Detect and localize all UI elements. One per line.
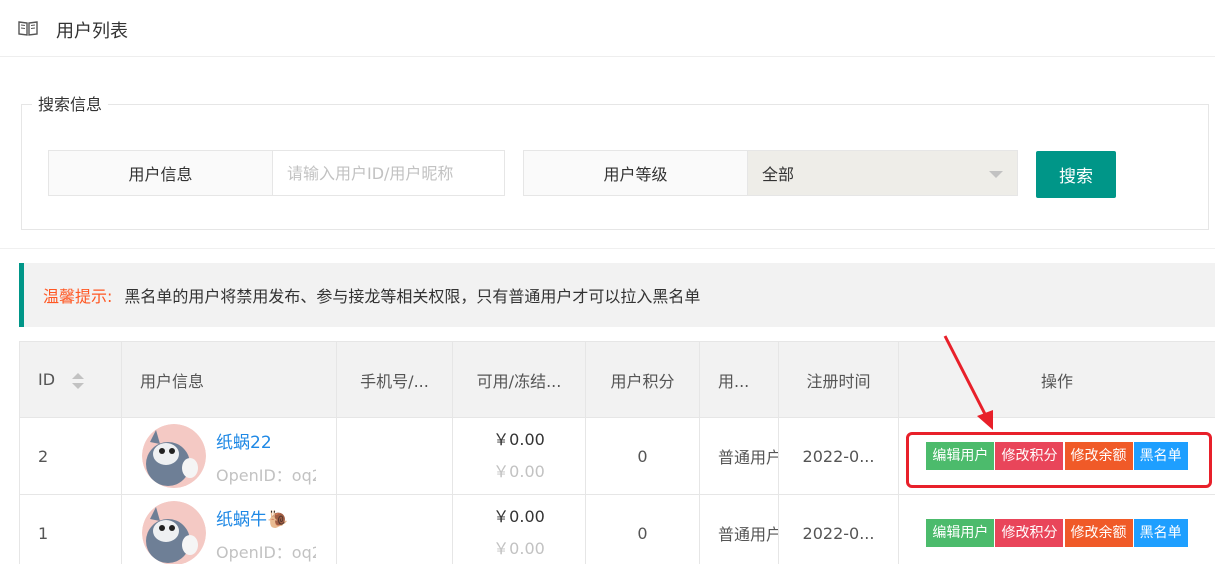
divider [0,248,1215,249]
column-id-label: ID [38,370,56,389]
column-reg-time: 注册时间 [778,341,899,418]
page-title: 用户列表 [56,21,128,42]
column-points: 用户积分 [585,341,700,418]
cell-phone [336,417,453,495]
column-id[interactable]: ID [19,341,122,418]
cell-id: 1 [19,494,122,564]
cell-balance: ￥0.00 ￥0.00 [452,494,586,564]
cell-user-info: 纸蜗22 OpenID：oq2 [121,417,337,495]
user-level-label: 用户等级 [524,151,748,195]
annotation-arrow-icon [943,335,993,430]
user-info-field: 用户信息 [48,150,505,196]
table-row: 1 纸蜗牛🐌 OpenID：oq2 ￥0.00 ￥0.00 0 普通用户 202… [19,494,1215,564]
book-icon [18,21,38,36]
edit-balance-button[interactable]: 修改余额 [1064,519,1133,547]
cell-reg-time: 2022-0... [778,494,899,564]
column-level: 用... [699,341,779,418]
annotation-highlight-box [906,432,1212,488]
cell-level: 普通用户 [699,494,779,564]
user-info-label: 用户信息 [49,151,273,195]
user-name-link[interactable]: 纸蜗22 [216,428,272,453]
avatar [142,424,206,488]
cell-actions: 编辑用户 修改积分 修改余额 黑名单 [898,494,1215,564]
frozen-amount: ￥0.00 [493,462,545,481]
avatar [142,501,206,564]
column-user-info: 用户信息 [121,341,337,418]
user-openid: OpenID：oq2 [216,543,316,562]
user-list-page: 用户列表 搜索信息 用户信息 用户等级 全部 搜索 温馨提示: 黑名单的用户将禁… [0,0,1215,564]
cell-level: 普通用户 [699,417,779,495]
tip-text: 黑名单的用户将禁用发布、参与接龙等相关权限，只有普通用户才可以拉入黑名单 [124,287,701,306]
user-level-field: 用户等级 全部 [523,150,1018,196]
tip-label: 温馨提示: [43,287,113,306]
page-header: 用户列表 [0,0,1215,57]
user-info-input[interactable] [273,151,504,195]
blacklist-button[interactable]: 黑名单 [1133,519,1188,547]
cell-points: 0 [585,494,700,564]
chevron-down-icon [989,171,1003,178]
cell-phone [336,494,453,564]
search-legend: 搜索信息 [32,91,109,115]
user-openid: OpenID：oq2 [216,466,316,485]
edit-points-button[interactable]: 修改积分 [995,519,1064,547]
edit-user-button[interactable]: 编辑用户 [926,519,995,547]
tip-banner: 温馨提示: 黑名单的用户将禁用发布、参与接龙等相关权限，只有普通用户才可以拉入黑… [19,263,1215,327]
user-level-value: 全部 [762,165,795,184]
cell-user-info: 纸蜗牛🐌 OpenID：oq2 [121,494,337,564]
frozen-amount: ￥0.00 [493,539,545,558]
column-phone: 手机号/... [336,341,453,418]
user-name-link[interactable]: 纸蜗牛🐌 [216,505,288,530]
search-button[interactable]: 搜索 [1036,151,1116,198]
cell-reg-time: 2022-0... [778,417,899,495]
sort-icon[interactable] [72,372,85,389]
table-header-row: ID 用户信息 手机号/... 可用/冻结... 用户积分 用... 注册时间 … [19,341,1215,418]
user-level-select[interactable]: 全部 [748,151,1017,195]
cell-points: 0 [585,417,700,495]
cell-balance: ￥0.00 ￥0.00 [452,417,586,495]
available-amount: ￥0.00 [493,507,545,526]
cell-id: 2 [19,417,122,495]
available-amount: ￥0.00 [493,430,545,449]
column-balance: 可用/冻结... [452,341,586,418]
